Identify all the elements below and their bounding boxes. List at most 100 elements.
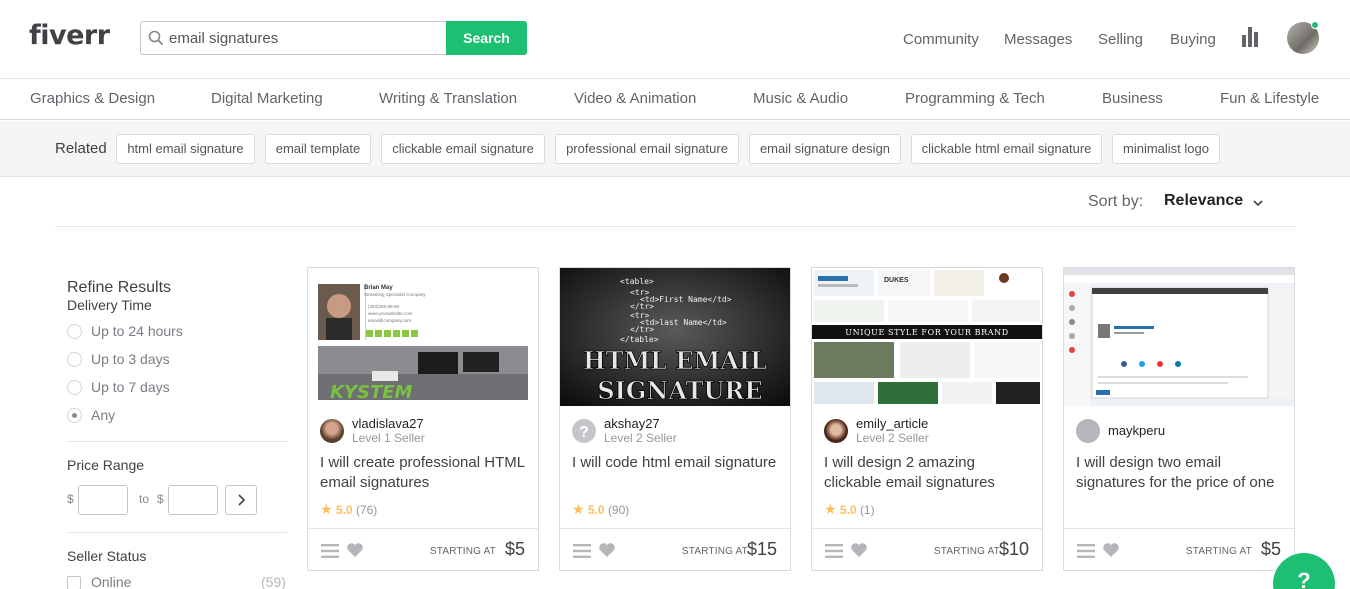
price-apply-button[interactable] bbox=[225, 485, 257, 515]
category-digital-marketing[interactable]: Digital Marketing bbox=[211, 90, 323, 107]
seller-avatar[interactable] bbox=[320, 419, 344, 443]
heart-icon[interactable] bbox=[598, 542, 616, 558]
bar-chart-icon[interactable] bbox=[1242, 27, 1258, 47]
gig-rating: ★ 5.0 (76) bbox=[320, 501, 378, 517]
nav-messages[interactable]: Messages bbox=[1004, 31, 1072, 48]
category-writing-translation[interactable]: Writing & Translation bbox=[379, 90, 517, 107]
svg-text:UNIQUE STYLE FOR YOUR BRAND: UNIQUE STYLE FOR YOUR BRAND bbox=[845, 328, 1009, 337]
category-programming-tech[interactable]: Programming & Tech bbox=[905, 90, 1045, 107]
online-count: (59) bbox=[261, 574, 286, 589]
price-max-input[interactable] bbox=[168, 485, 218, 515]
seller-status-title: Seller Status bbox=[67, 548, 147, 564]
seller-avatar[interactable]: ? bbox=[572, 419, 596, 443]
related-chip[interactable]: clickable email signature bbox=[381, 134, 545, 164]
gig-image: DUKES UNIQUE STYLE FOR YOUR BRAND bbox=[812, 268, 1042, 406]
related-chip[interactable]: minimalist logo bbox=[1112, 134, 1220, 164]
to-label: to bbox=[139, 492, 150, 506]
sort-label: Sort by: bbox=[1088, 193, 1144, 210]
top-header: fiverr Search Community Messages Selling… bbox=[0, 0, 1350, 79]
divider bbox=[67, 441, 287, 442]
search-icon bbox=[148, 30, 164, 46]
seller-avatar[interactable] bbox=[824, 419, 848, 443]
category-business[interactable]: Business bbox=[1102, 90, 1163, 107]
svg-text:www.yourwebsite.com: www.yourwebsite.com bbox=[368, 311, 413, 316]
starting-at-label: STARTING AT bbox=[933, 546, 1000, 557]
online-status-dot bbox=[1311, 21, 1319, 29]
seller-level: Level 2 Seller bbox=[604, 431, 677, 445]
fiverr-logo[interactable]: fiverr bbox=[29, 20, 110, 51]
related-chip[interactable]: professional email signature bbox=[555, 134, 739, 164]
heart-icon[interactable] bbox=[346, 542, 364, 558]
seller-name[interactable]: maykperu bbox=[1108, 423, 1165, 438]
divider bbox=[67, 532, 287, 533]
online-checkbox[interactable] bbox=[67, 576, 81, 589]
gig-image: Brian May Streaming Specialist Company (… bbox=[308, 268, 538, 406]
gig-thumbnail[interactable]: DUKES UNIQUE STYLE FOR YOUR BRAND bbox=[812, 268, 1042, 406]
gig-card[interactable]: maykperu I will design two email signatu… bbox=[1063, 267, 1295, 571]
delivery-time-title: Delivery Time bbox=[67, 297, 152, 313]
gig-card[interactable]: <table> <tr> <td>First Name</td> </tr> <… bbox=[559, 267, 791, 571]
category-fun-lifestyle[interactable]: Fun & Lifestyle bbox=[1220, 90, 1319, 107]
sort-dropdown[interactable]: Relevance bbox=[1164, 192, 1243, 210]
svg-text:Brian May: Brian May bbox=[364, 285, 393, 291]
seller-level: Level 1 Seller bbox=[352, 431, 425, 445]
gig-title[interactable]: I will design 2 amazing clickable email … bbox=[824, 453, 1034, 493]
gig-thumbnail[interactable]: Brian May Streaming Specialist Company (… bbox=[308, 268, 538, 406]
related-chip[interactable]: email template bbox=[265, 134, 371, 164]
radio-button[interactable] bbox=[67, 352, 82, 367]
online-label: Online bbox=[91, 574, 132, 589]
category-graphics-design[interactable]: Graphics & Design bbox=[30, 90, 155, 107]
gig-price: $5 bbox=[504, 539, 525, 559]
menu-icon[interactable] bbox=[1077, 544, 1095, 558]
chevron-right-icon bbox=[238, 494, 246, 506]
svg-text:<table>: <table> bbox=[620, 277, 654, 286]
seller-name[interactable]: akshay27 bbox=[604, 416, 660, 431]
related-chip[interactable]: clickable html email signature bbox=[911, 134, 1102, 164]
price-min-input[interactable] bbox=[78, 485, 128, 515]
seller-name[interactable]: emily_article bbox=[856, 416, 928, 431]
gig-title[interactable]: I will design two email signatures for t… bbox=[1076, 453, 1286, 493]
gig-title[interactable]: I will code html email signature bbox=[572, 453, 782, 473]
question-mark-icon: ? bbox=[579, 424, 589, 441]
search-button[interactable]: Search bbox=[446, 21, 527, 55]
svg-text:HTML EMAIL: HTML EMAIL bbox=[583, 346, 767, 375]
radio-button[interactable] bbox=[67, 324, 82, 339]
category-music-audio[interactable]: Music & Audio bbox=[753, 90, 848, 107]
gig-card[interactable]: DUKES UNIQUE STYLE FOR YOUR BRAND emily_… bbox=[811, 267, 1043, 571]
nav-buying[interactable]: Buying bbox=[1170, 31, 1216, 48]
seller-avatar[interactable] bbox=[1076, 419, 1100, 443]
gig-image: <table> <tr> <td>First Name</td> </tr> <… bbox=[560, 268, 790, 406]
gig-price: $5 bbox=[1260, 539, 1281, 559]
radio-button[interactable] bbox=[67, 380, 82, 395]
seller-name[interactable]: vladislava27 bbox=[352, 416, 424, 431]
gig-title[interactable]: I will create professional HTML email si… bbox=[320, 453, 530, 493]
category-video-animation[interactable]: Video & Animation bbox=[574, 90, 696, 107]
svg-text:</table>: </table> bbox=[620, 335, 659, 344]
star-icon: ★ bbox=[572, 501, 585, 517]
gig-thumbnail[interactable]: <table> <tr> <td>First Name</td> </tr> <… bbox=[560, 268, 790, 406]
chevron-down-icon[interactable] bbox=[1252, 197, 1264, 209]
starting-at-label: STARTING AT bbox=[681, 546, 748, 557]
heart-icon[interactable] bbox=[850, 542, 868, 558]
related-chip[interactable]: email signature design bbox=[749, 134, 901, 164]
related-chip[interactable]: html email signature bbox=[116, 134, 255, 164]
menu-icon[interactable] bbox=[573, 544, 591, 558]
svg-text:KYSTEM: KYSTEM bbox=[330, 382, 413, 403]
refine-results-title: Refine Results bbox=[67, 279, 172, 296]
card-footer: STARTING AT $5 bbox=[308, 528, 538, 570]
starting-at-label: STARTING AT bbox=[429, 546, 496, 557]
search-input[interactable] bbox=[140, 21, 447, 55]
svg-text:</tr>: </tr> bbox=[630, 302, 654, 311]
svg-text:DUKES: DUKES bbox=[884, 277, 909, 284]
radio-button-selected[interactable] bbox=[67, 408, 82, 423]
gig-card[interactable]: Brian May Streaming Specialist Company (… bbox=[307, 267, 539, 571]
star-icon: ★ bbox=[824, 501, 837, 517]
heart-icon[interactable] bbox=[1102, 542, 1120, 558]
menu-icon[interactable] bbox=[825, 544, 843, 558]
gig-thumbnail[interactable] bbox=[1064, 268, 1294, 406]
nav-community[interactable]: Community bbox=[903, 31, 979, 48]
svg-text:</tr>: </tr> bbox=[630, 325, 654, 334]
svg-text:email@company.com: email@company.com bbox=[368, 318, 411, 323]
nav-selling[interactable]: Selling bbox=[1098, 31, 1143, 48]
menu-icon[interactable] bbox=[321, 544, 339, 558]
